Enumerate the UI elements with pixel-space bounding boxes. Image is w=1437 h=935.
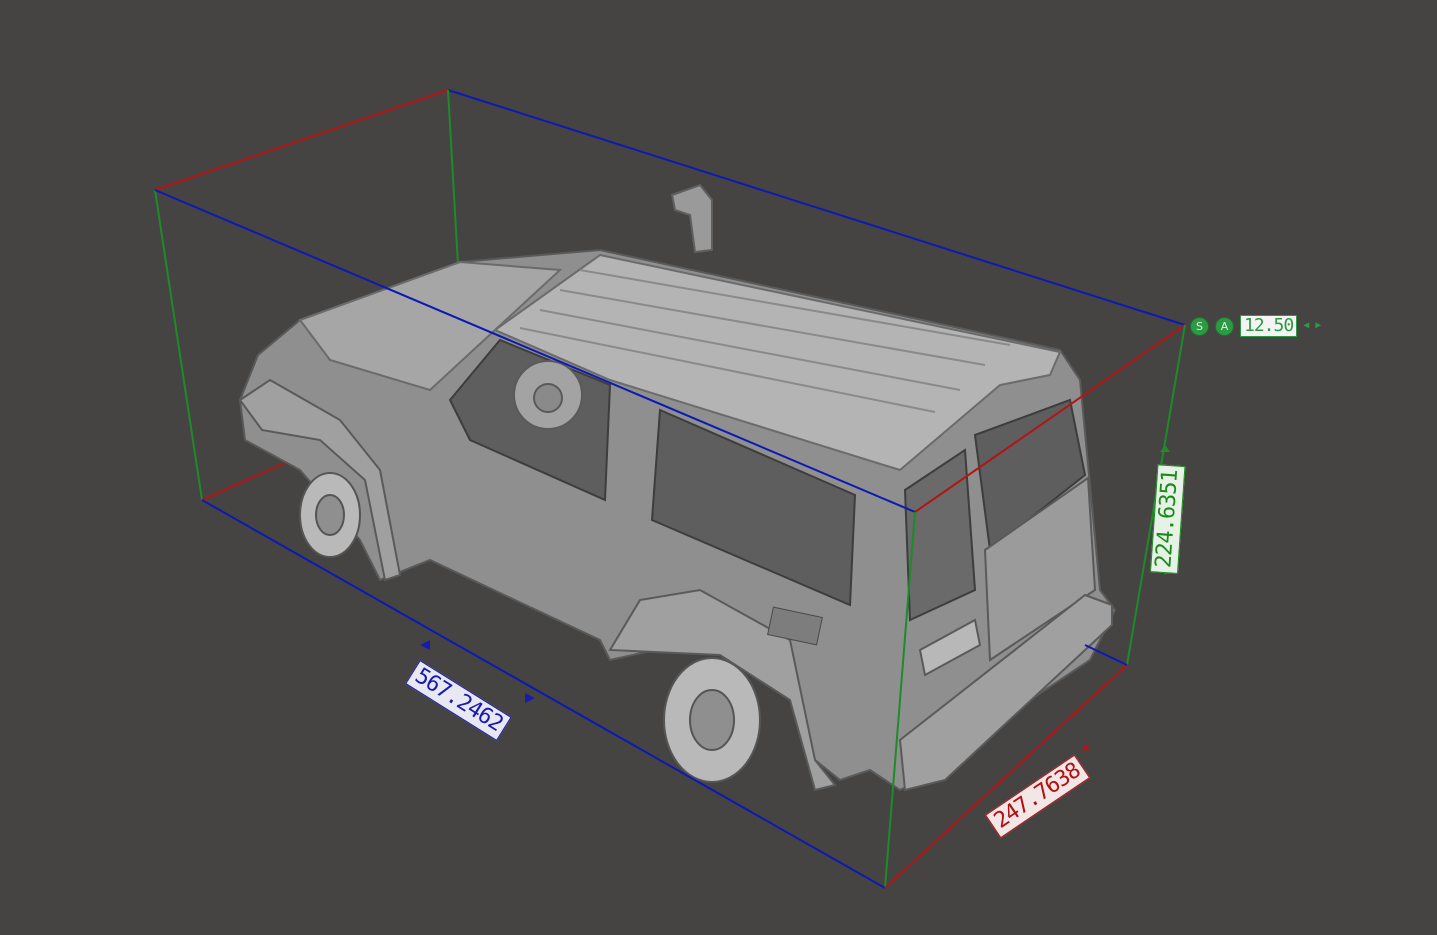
3d-viewport[interactable]: [0, 0, 1437, 935]
arrow-right-icon[interactable]: ▶: [1315, 321, 1321, 331]
suv-model[interactable]: [238, 183, 1117, 792]
snap-toggle-button[interactable]: S: [1190, 316, 1209, 336]
arrow-left-icon[interactable]: ◀: [1303, 321, 1309, 331]
snap-toolbar: S A 12.50 ◀ ▶: [1190, 315, 1321, 337]
snap-angle-value-field[interactable]: 12.50: [1240, 315, 1298, 337]
angle-snap-toggle-button[interactable]: A: [1215, 316, 1234, 336]
